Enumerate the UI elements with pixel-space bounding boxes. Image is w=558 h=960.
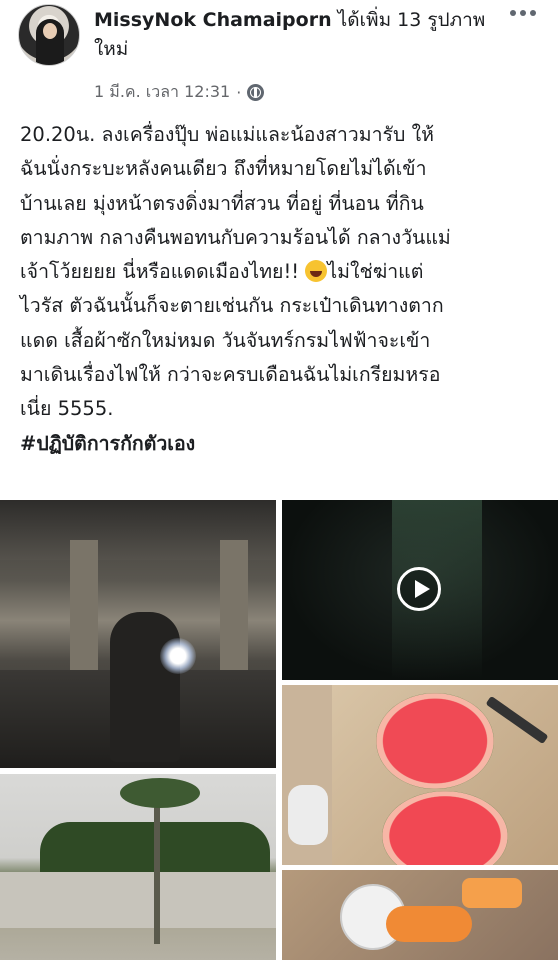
post-line: เนี่ย 5555. <box>20 397 114 421</box>
post-timestamp[interactable]: 1 มี.ค. เวลา 12:31 <box>94 80 230 105</box>
papaya-slice <box>386 906 472 942</box>
avatar[interactable] <box>18 4 80 66</box>
more-dot <box>530 10 536 16</box>
laughing-emoji-icon <box>305 260 328 283</box>
post-line: เจ้าโว้ยยยย นี่หรือแดดเมืองไทย!! ไม่ใช่ฆ… <box>20 255 550 289</box>
author-name[interactable]: MissyNok Chamaiporn <box>94 9 332 31</box>
more-options-icon[interactable] <box>510 10 536 16</box>
photo-night-truck[interactable] <box>0 500 276 768</box>
avatar-face <box>43 23 57 39</box>
photo-watermelon[interactable] <box>282 685 558 865</box>
overpass-pillar <box>70 540 98 680</box>
shoe <box>288 785 328 845</box>
photo-garden[interactable] <box>0 774 276 960</box>
papaya-chunks <box>462 878 522 908</box>
concrete-wall <box>0 872 276 928</box>
post-meta: 1 มี.ค. เวลา 12:31 · <box>94 80 265 105</box>
post-line-part: ไม่ใช่ฆ่าแต่ <box>327 260 424 284</box>
overpass-pillar <box>220 540 248 680</box>
post-line: มาเดินเรื่องไฟให้ กว่าจะครบเดือนฉันไม่เก… <box>20 363 441 387</box>
post-line: บ้านเลย มุ่งหน้าตรงดิ่งมาที่สวน ที่อยู่ … <box>20 191 424 215</box>
more-dot <box>520 10 526 16</box>
post-line: แดด เสื้อผ้าซักใหม่หมด วันจันทร์กรมไฟฟ้า… <box>20 328 431 352</box>
meta-separator: · <box>236 83 242 102</box>
watermelon-half <box>376 693 494 789</box>
papaya-crown <box>120 778 200 808</box>
post-line: ฉันนั่งกระบะหลังคนเดียว ถึงที่หมายโดยไม่… <box>20 157 427 181</box>
hashtag-link[interactable]: #ปฏิบัติการกักตัวเอง <box>20 432 195 455</box>
photo-papaya[interactable] <box>282 870 558 960</box>
photo-gallery <box>0 500 558 960</box>
post-line: ไวรัส ตัวฉันนั้นก็จะตายเช่นกัน กระเป๋าเด… <box>20 294 444 318</box>
post-line: #ปฏิบัติการกักตัวเอง <box>20 427 550 461</box>
flash-light <box>160 638 196 674</box>
more-dot <box>510 10 516 16</box>
person-silhouette <box>110 612 180 762</box>
video-night[interactable] <box>282 500 558 680</box>
post-line-part: เจ้าโว้ยยยย นี่หรือแดดเมืองไทย!! <box>20 260 300 284</box>
post-header: MissyNok Chamaiporn ได้เพิ่ม 13 รูปภาพให… <box>0 0 558 112</box>
post-body: 20.20น. ลงเครื่องปุ๊บ พ่อแม่และน้องสาวมา… <box>20 118 550 461</box>
papaya-trunk <box>154 794 160 944</box>
post-line: 20.20น. ลงเครื่องปุ๊บ พ่อแม่และน้องสาวมา… <box>20 123 434 146</box>
globe-icon[interactable] <box>247 84 265 101</box>
post-title: MissyNok Chamaiporn ได้เพิ่ม 13 รูปภาพให… <box>94 6 494 64</box>
post-line: ตามภาพ กลางคืนพอทนกับความร้อนได้ กลางวัน… <box>20 225 451 249</box>
play-icon[interactable] <box>397 567 441 611</box>
